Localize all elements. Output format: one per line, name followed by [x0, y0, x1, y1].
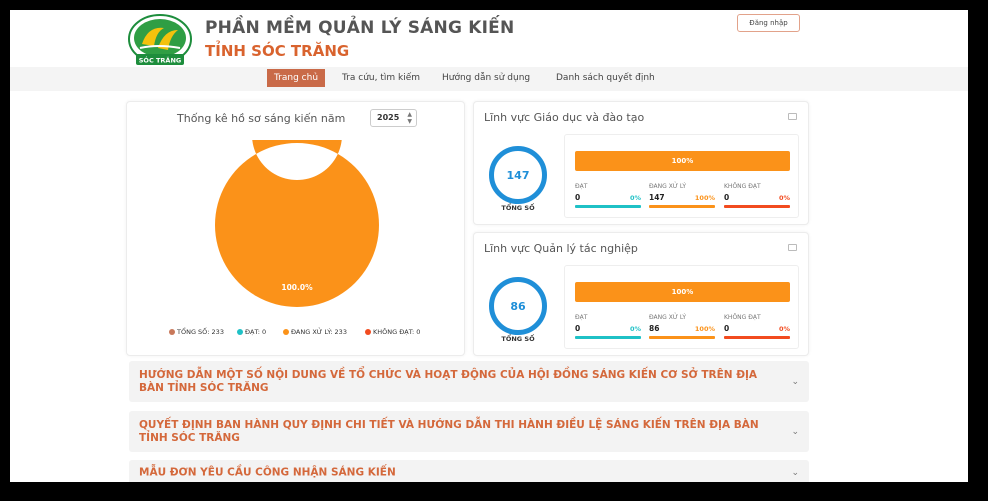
chevron-down-icon[interactable]: ⌄: [791, 377, 799, 387]
total-label: TỔNG SỐ: [501, 335, 535, 343]
field-title: Lĩnh vực Quản lý tác nghiệp: [484, 242, 638, 255]
field-title: Lĩnh vực Giáo dục và đào tạo: [484, 111, 645, 124]
main-nav: Trang chủ Tra cứu, tìm kiếm Hướng dẫn sử…: [10, 67, 968, 91]
stats-card: Thống kê hồ sơ sáng kiến năm 2025 ▲ ▼ 100…: [126, 101, 465, 356]
status-pct: 100%: [694, 194, 715, 202]
login-button[interactable]: Đăng nhập: [737, 14, 800, 32]
status-pct: 0%: [629, 325, 641, 333]
page: SÓC TRĂNG PHẦN MỀM QUẢN LÝ SÁNG KIẾN TỈN…: [10, 10, 968, 482]
status-col-passed: ĐẠT 0 0%: [575, 183, 641, 208]
sort-arrows-icon: ▲ ▼: [407, 111, 412, 125]
app-title: PHẦN MỀM QUẢN LÝ SÁNG KIẾN: [205, 18, 515, 38]
donut-chart: 100.0%: [215, 140, 379, 307]
total-label: TỔNG SỐ: [501, 204, 535, 212]
accordion-item[interactable]: HƯỚNG DẪN MỘT SỐ NỘI DUNG VỀ TỔ CHỨC VÀ …: [129, 361, 809, 402]
nav-item-decisions[interactable]: Danh sách quyết định: [549, 69, 662, 87]
status-value: 86: [649, 324, 660, 333]
legend-dot: [169, 329, 175, 335]
status-value: 147: [649, 193, 665, 202]
status-pct: 0%: [778, 194, 790, 202]
status-value: 0: [724, 193, 730, 202]
status-pct: 0%: [629, 194, 641, 202]
status-pct: 0%: [778, 325, 790, 333]
status-value: 0: [575, 193, 581, 202]
status-col-processing: ĐANG XỬ LÝ 86 100%: [649, 314, 715, 339]
status-label: KHÔNG ĐẠT: [724, 314, 761, 321]
legend-item-passed[interactable]: ĐẠT: 0: [237, 328, 266, 336]
total-value: 86: [489, 277, 547, 335]
status-label: ĐẠT: [575, 183, 588, 190]
stats-title: Thống kê hồ sơ sáng kiến năm: [177, 112, 346, 125]
legend-item-failed[interactable]: KHÔNG ĐẠT: 0: [365, 328, 420, 336]
legend-item-total[interactable]: TỔNG SỐ: 233: [169, 328, 224, 336]
nav-item-home[interactable]: Trang chủ: [267, 69, 326, 87]
progress-bar: 100%: [575, 282, 790, 302]
total-value: 147: [489, 146, 547, 204]
status-col-processing: ĐANG XỬ LÝ 147 100%: [649, 183, 715, 208]
total-circle: 147: [489, 146, 547, 204]
chart-legend: TỔNG SỐ: 233 ĐẠT: 0 ĐANG XỬ LÝ: 233 KHÔN…: [169, 328, 449, 340]
field-card-management: Lĩnh vực Quản lý tác nghiệp 86 TỔNG SỐ 1…: [473, 232, 809, 356]
chat-icon[interactable]: [788, 244, 797, 251]
accordion-title: QUYẾT ĐỊNH BAN HÀNH QUY ĐỊNH CHI TIẾT VÀ…: [139, 418, 759, 444]
progress-bar: 100%: [575, 151, 790, 171]
legend-item-processing[interactable]: ĐANG XỬ LÝ: 233: [283, 328, 347, 336]
app-subtitle: TỈNH SÓC TRĂNG: [205, 42, 350, 60]
slice-label: 100.0%: [281, 283, 313, 292]
status-label: ĐANG XỬ LÝ: [649, 183, 687, 190]
accordion-title: HƯỚNG DẪN MỘT SỐ NỘI DUNG VỀ TỔ CHỨC VÀ …: [139, 368, 758, 394]
status-col-failed: KHÔNG ĐẠT 0 0%: [724, 183, 790, 208]
legend-dot: [283, 329, 289, 335]
field-card-education: Lĩnh vực Giáo dục và đào tạo 147 TỔNG SỐ…: [473, 101, 809, 225]
year-select[interactable]: 2025 ▲ ▼: [370, 109, 417, 127]
status-value: 0: [724, 324, 730, 333]
status-underline: [649, 205, 715, 208]
logo-text: SÓC TRĂNG: [139, 56, 182, 65]
year-value: 2025: [377, 113, 400, 122]
status-col-failed: KHÔNG ĐẠT 0 0%: [724, 314, 790, 339]
status-label: ĐẠT: [575, 314, 588, 321]
nav-item-search[interactable]: Tra cứu, tìm kiếm: [335, 69, 427, 87]
chevron-down-icon[interactable]: ⌄: [791, 427, 799, 437]
chevron-down-icon[interactable]: ⌄: [791, 468, 799, 478]
status-underline: [575, 336, 641, 339]
total-circle: 86: [489, 277, 547, 335]
status-underline: [724, 205, 790, 208]
status-label: ĐANG XỬ LÝ: [649, 314, 687, 321]
chat-icon[interactable]: [788, 113, 797, 120]
accordion-item[interactable]: QUYẾT ĐỊNH BAN HÀNH QUY ĐỊNH CHI TIẾT VÀ…: [129, 411, 809, 452]
status-pct: 100%: [694, 325, 715, 333]
status-col-passed: ĐẠT 0 0%: [575, 314, 641, 339]
status-box: 100% ĐẠT 0 0% ĐANG XỬ LÝ 147 100% KHÔNG ĐẠ…: [564, 134, 799, 218]
status-label: KHÔNG ĐẠT: [724, 183, 761, 190]
accordion-title: MẪU ĐƠN YÊU CẦU CÔNG NHẬN SÁNG KIẾN: [139, 466, 396, 479]
status-underline: [724, 336, 790, 339]
legend-dot: [365, 329, 371, 335]
status-underline: [649, 336, 715, 339]
status-box: 100% ĐẠT 0 0% ĐANG XỬ LÝ 86 100% KHÔNG ĐẠT…: [564, 265, 799, 349]
logo: SÓC TRĂNG: [128, 14, 192, 65]
status-value: 0: [575, 324, 581, 333]
accordion-item[interactable]: MẪU ĐƠN YÊU CẦU CÔNG NHẬN SÁNG KIẾN ⌄: [129, 460, 809, 482]
status-underline: [575, 205, 641, 208]
nav-item-guide[interactable]: Hướng dẫn sử dụng: [435, 69, 537, 87]
legend-dot: [237, 329, 243, 335]
